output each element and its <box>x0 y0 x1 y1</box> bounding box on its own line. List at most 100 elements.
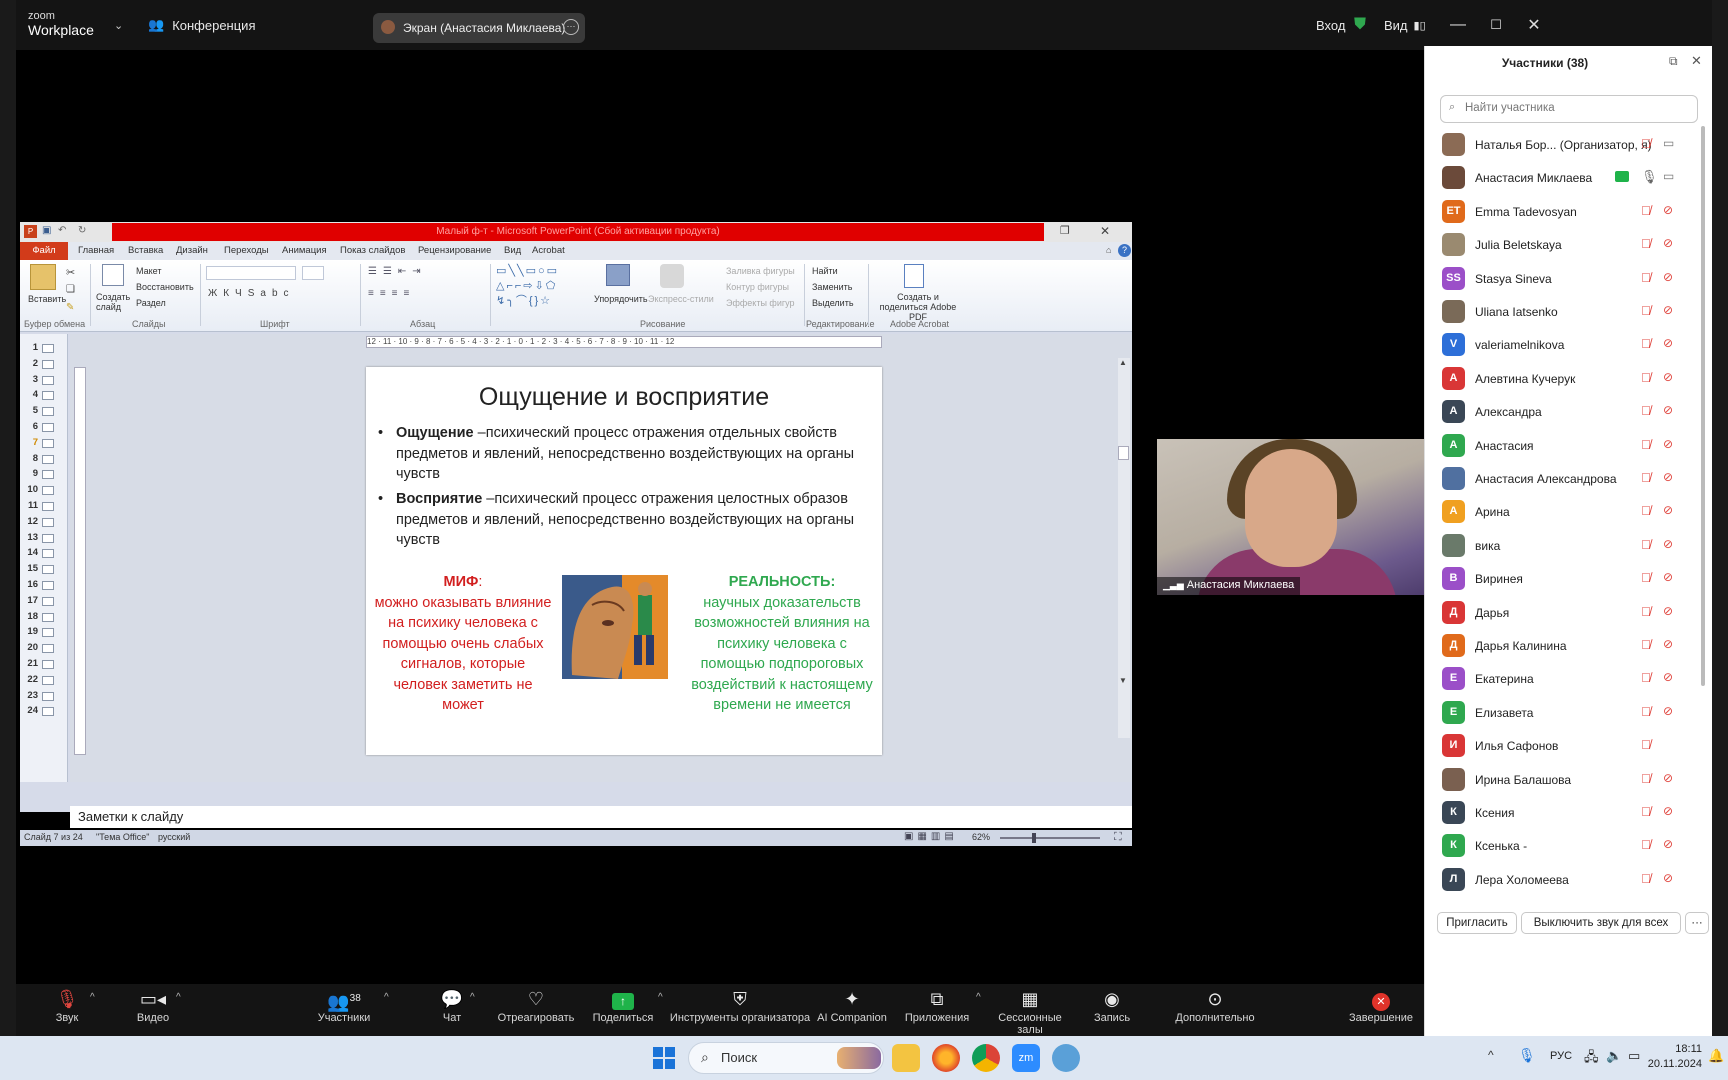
signin-button[interactable]: Вход <box>1316 0 1345 50</box>
ai-companion-button[interactable]: ✦ AI Companion <box>816 984 888 1036</box>
mute-all-button[interactable]: Выключить звук для всех <box>1521 912 1681 934</box>
end-meeting-button[interactable]: ✕ Завершение <box>1346 984 1416 1036</box>
scroll-thumb[interactable] <box>1118 446 1129 460</box>
apps-caret-icon[interactable]: ^ <box>976 992 981 1003</box>
mic-muted-icon[interactable]: 🎙̸ <box>1641 704 1651 719</box>
scroll-down-icon[interactable]: ▼ <box>1119 676 1127 685</box>
mic-muted-icon[interactable]: 🎙̸ <box>1641 437 1651 452</box>
mic-muted-icon[interactable]: 🎙̸ <box>1641 637 1651 652</box>
slide-thumbnail[interactable]: 8 <box>24 453 64 467</box>
shape-effects-button[interactable]: Эффекты фигур <box>726 298 795 308</box>
font-name-select[interactable] <box>206 266 296 280</box>
create-pdf-button[interactable]: Создать и поделиться Adobe PDF <box>874 292 962 322</box>
camera-off-icon[interactable]: ⊘ <box>1663 503 1673 517</box>
undo-icon[interactable]: ↶ <box>58 225 66 236</box>
mic-muted-icon[interactable]: 🎙̸ <box>1641 837 1651 852</box>
clock[interactable]: 18:11 20.11.2024 <box>1640 1042 1702 1072</box>
participant-row[interactable]: Е Екатерина 🎙̸ ⊘ <box>1425 662 1705 698</box>
panel-close-icon[interactable]: ✕ <box>1691 53 1702 69</box>
camera-off-icon[interactable]: ⊘ <box>1663 837 1673 851</box>
close-icon[interactable]: ✕ <box>1514 0 1554 50</box>
zoom-slider[interactable] <box>1000 837 1100 839</box>
video-tile[interactable]: ▁▃▅ Анастасия Миклаева <box>1157 439 1435 595</box>
participant-row[interactable]: Анастасия Александрова 🎙̸ ⊘ <box>1425 462 1705 498</box>
mic-muted-icon[interactable]: 🎙̸ <box>1641 804 1651 819</box>
mic-muted-icon[interactable]: 🎙̸ <box>1641 403 1651 418</box>
mic-muted-icon[interactable]: 🎙̸ <box>1641 203 1651 218</box>
tab-view[interactable]: Вид <box>504 245 521 256</box>
save-icon[interactable]: ▣ <box>42 225 51 236</box>
slide-canvas[interactable]: Ощущение и восприятие • Ощущение –психич… <box>366 367 882 755</box>
share-button[interactable]: ↑ Поделиться <box>588 984 658 1036</box>
list-icons[interactable]: ☰☰⇤⇥ <box>368 266 427 277</box>
react-button[interactable]: ♡ Отреагировать <box>486 984 586 1036</box>
screen-share-indicator[interactable]: Экран (Анастасия Миклаева) ··· <box>373 13 585 43</box>
font-format-icons[interactable]: ЖКЧSabc <box>208 288 295 299</box>
participant-row[interactable]: В Виринея 🎙̸ ⊘ <box>1425 562 1705 598</box>
participant-row[interactable]: А Алевтина Кучерук 🎙̸ ⊘ <box>1425 362 1705 398</box>
camera-off-icon[interactable]: ⊘ <box>1663 704 1673 718</box>
slide-thumbnail[interactable]: 16 <box>24 579 64 593</box>
tray-chevron-icon[interactable]: ^ <box>1488 1048 1494 1062</box>
view-button[interactable]: Вид ▮▯ <box>1384 0 1426 50</box>
select-button[interactable]: Выделить <box>812 298 854 308</box>
slide-notes[interactable]: Заметки к слайду <box>70 806 1132 828</box>
panel-more-button[interactable]: ··· <box>1685 912 1709 934</box>
camera-off-icon[interactable]: ⊘ <box>1663 403 1673 417</box>
tab-home[interactable]: Главная <box>78 245 114 256</box>
camera-off-icon[interactable]: ⊘ <box>1663 670 1673 684</box>
participant-row[interactable]: К Ксения 🎙̸ ⊘ <box>1425 796 1705 832</box>
mic-muted-icon[interactable]: 🎙̸ <box>1641 604 1651 619</box>
camera-off-icon[interactable]: ⊘ <box>1663 570 1673 584</box>
zoom-app-icon[interactable]: zm <box>1012 1044 1040 1072</box>
reset-button[interactable]: Восстановить <box>136 282 194 292</box>
record-button[interactable]: ◉ Запись <box>1090 984 1134 1036</box>
slide-thumbnail[interactable]: 21 <box>24 658 64 672</box>
mic-muted-icon[interactable]: 🎙̸ <box>1641 336 1651 351</box>
camera-off-icon[interactable]: ⊘ <box>1663 771 1673 785</box>
volume-icon[interactable]: 🔈 <box>1606 1048 1622 1064</box>
slide-thumbnail[interactable]: 3 <box>24 374 64 388</box>
camera-off-icon[interactable]: ⊘ <box>1663 437 1673 451</box>
mic-muted-icon[interactable]: 🎙̸ <box>1641 270 1651 285</box>
network-icon[interactable]: 🖧 <box>1584 1048 1599 1070</box>
slide-thumbnail[interactable]: 12 <box>24 516 64 530</box>
adobe-pdf-icon[interactable] <box>904 264 924 288</box>
slide-thumbnail[interactable]: 23 <box>24 690 64 704</box>
chat-button[interactable]: 💬 Чат <box>432 984 472 1036</box>
camera-off-icon[interactable]: ⊘ <box>1663 236 1673 250</box>
slide-thumbnail[interactable]: 10 <box>24 484 64 498</box>
scissors-icon[interactable]: ✂ <box>66 266 75 279</box>
participant-row[interactable]: А Арина 🎙̸ ⊘ <box>1425 495 1705 531</box>
microphone-tray-icon[interactable]: 🎙 <box>1518 1047 1536 1064</box>
audio-caret-icon[interactable]: ^ <box>90 992 95 1003</box>
more-options-icon[interactable]: ··· <box>563 19 579 35</box>
slide-thumbnail[interactable]: 5 <box>24 405 64 419</box>
mic-muted-icon[interactable]: 🎙̸ <box>1641 236 1651 251</box>
arrange-button[interactable]: Упорядочить <box>594 294 648 304</box>
help-icon[interactable]: ? <box>1118 244 1131 257</box>
scroll-up-icon[interactable]: ▲ <box>1119 358 1127 367</box>
camera-off-icon[interactable]: ⊘ <box>1663 537 1673 551</box>
chrome-icon[interactable] <box>972 1044 1000 1072</box>
slide-thumbnail[interactable]: 13 <box>24 532 64 546</box>
mic-muted-icon[interactable]: 🎙̸ <box>1641 771 1651 786</box>
video-caret-icon[interactable]: ^ <box>176 992 181 1003</box>
slide-thumbnail[interactable]: 6 <box>24 421 64 435</box>
audio-button[interactable]: 🎙 Звук <box>42 984 92 1036</box>
language-indicator[interactable]: русский <box>158 832 190 842</box>
section-button[interactable]: Раздел <box>136 298 166 308</box>
maximize-icon[interactable]: ☐ <box>1476 0 1516 50</box>
camera-off-icon[interactable]: ⊘ <box>1663 470 1673 484</box>
mic-muted-icon[interactable]: 🎙̸ <box>1641 503 1651 518</box>
slide-thumbnail[interactable]: 9 <box>24 468 64 482</box>
camera-off-icon[interactable]: ⊘ <box>1663 370 1673 384</box>
font-size-select[interactable] <box>302 266 324 280</box>
participant-row[interactable]: Е Елизавета 🎙̸ ⊘ <box>1425 696 1705 732</box>
slide-thumbnail[interactable]: 24 <box>24 705 64 719</box>
slide-thumbnail[interactable]: 4 <box>24 389 64 403</box>
shape-outline-button[interactable]: Контур фигуры <box>726 282 789 292</box>
participant-row[interactable]: Д Дарья 🎙̸ ⊘ <box>1425 596 1705 632</box>
participant-row[interactable]: SS Stasya Sineva 🎙̸ ⊘ <box>1425 262 1705 298</box>
taskbar-search[interactable]: ⌕ Поиск <box>688 1042 884 1074</box>
